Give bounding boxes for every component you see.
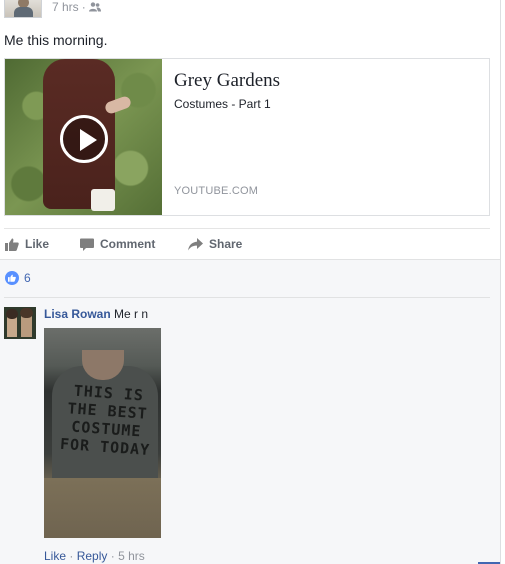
comment-reply-link[interactable]: Reply bbox=[77, 549, 108, 563]
comment-author[interactable]: Lisa Rowan bbox=[44, 307, 111, 321]
comment-timestamp[interactable]: 5 hrs bbox=[118, 549, 145, 563]
avatar-hair-left bbox=[6, 309, 18, 319]
share-arrow-icon bbox=[188, 237, 203, 250]
comment-actions-separator: · bbox=[110, 549, 115, 563]
comment-button[interactable]: Comment bbox=[80, 236, 155, 252]
shirt-print: THIS IS THE BEST COSTUME FOR TODAY bbox=[50, 380, 161, 459]
link-domain: YOUTUBE.COM bbox=[174, 185, 259, 197]
comment-actions-separator: · bbox=[69, 549, 74, 563]
friends-icon[interactable] bbox=[88, 2, 101, 12]
content-right-border bbox=[500, 0, 501, 564]
comment-photo[interactable]: THIS IS THE BEST COSTUME FOR TODAY bbox=[44, 328, 161, 538]
reactions-divider bbox=[4, 297, 490, 298]
avatar-hair-right bbox=[20, 308, 33, 318]
thumbs-up-icon bbox=[5, 238, 19, 251]
link-preview-card[interactable]: Grey Gardens Costumes - Part 1 YOUTUBE.C… bbox=[4, 58, 490, 216]
post-timestamp[interactable]: 7 hrs bbox=[52, 0, 79, 14]
avatar-body bbox=[14, 7, 33, 17]
like-icon[interactable] bbox=[5, 271, 19, 285]
reaction-count[interactable]: 6 bbox=[24, 271, 31, 285]
comment-body: Lisa Rowan Me r n bbox=[44, 307, 148, 321]
photo-table bbox=[44, 478, 161, 538]
thumbnail-slip bbox=[91, 189, 115, 211]
actions-divider-top bbox=[4, 228, 490, 229]
comment-text: Me r n bbox=[114, 307, 149, 321]
link-subtitle: Costumes - Part 1 bbox=[174, 97, 271, 111]
commenter-avatar[interactable] bbox=[4, 307, 36, 339]
share-label: Share bbox=[209, 237, 243, 251]
share-button[interactable]: Share bbox=[188, 236, 242, 252]
speech-bubble-icon bbox=[80, 238, 94, 251]
comment-label: Comment bbox=[100, 237, 156, 251]
like-button[interactable]: Like bbox=[5, 236, 49, 252]
meta-separator: · bbox=[81, 0, 86, 14]
comment-like-link[interactable]: Like bbox=[44, 549, 66, 563]
comment-actions: Like · Reply · 5 hrs bbox=[44, 549, 145, 563]
video-thumbnail[interactable] bbox=[5, 59, 162, 215]
play-icon[interactable] bbox=[60, 115, 108, 163]
like-label: Like bbox=[25, 237, 50, 251]
post-message: Me this morning. bbox=[4, 32, 108, 48]
poster-avatar[interactable] bbox=[4, 0, 42, 18]
post-meta: 7 hrs · bbox=[52, 0, 101, 14]
link-title[interactable]: Grey Gardens bbox=[174, 70, 280, 92]
